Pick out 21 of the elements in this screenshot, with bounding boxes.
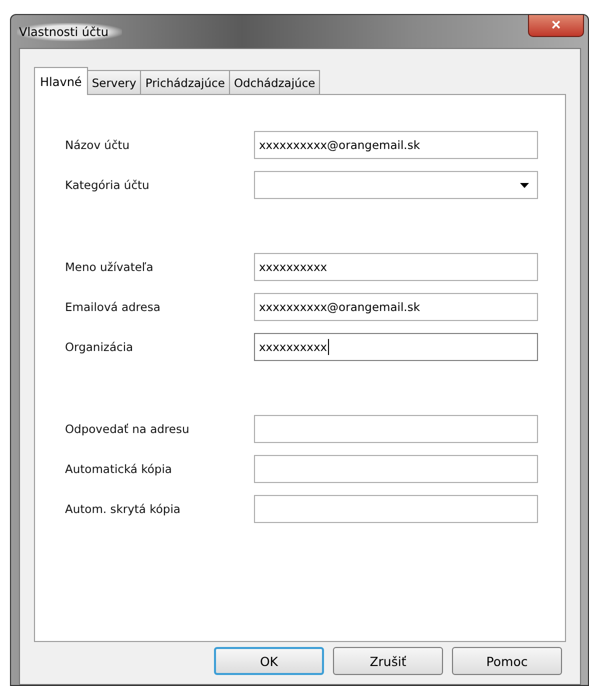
tab[interactable]: Servery bbox=[86, 70, 142, 94]
dialog-button[interactable]: Zrušiť bbox=[333, 647, 443, 675]
input-field[interactable]: xxxxxxxxxx bbox=[254, 253, 538, 281]
input-field[interactable]: xxxxxxxxxx@orangemail.sk bbox=[254, 131, 538, 159]
field-label: Odpovedať na adresu bbox=[65, 422, 190, 436]
field-label: Organizácia bbox=[65, 340, 134, 354]
window-title: Vlastnosti účtu bbox=[17, 23, 122, 41]
dialog-button[interactable]: Pomoc bbox=[452, 647, 562, 675]
input-field[interactable]: xxxxxxxxxx bbox=[254, 333, 538, 361]
field-label: Názov účtu bbox=[65, 138, 131, 152]
field-label: Autom. skrytá kópia bbox=[65, 502, 182, 516]
tab[interactable]: Odchádzajúce bbox=[228, 70, 320, 94]
field-label: Automatická kópia bbox=[65, 462, 173, 476]
close-button[interactable]: × bbox=[528, 15, 584, 37]
dialog-button[interactable]: OK bbox=[214, 647, 324, 675]
tab[interactable]: Hlavné bbox=[34, 67, 88, 95]
input-field[interactable]: xxxxxxxxxx@orangemail.sk bbox=[254, 293, 538, 321]
tab[interactable]: Prichádzajúce bbox=[140, 70, 230, 94]
field-label: Kategória účtu bbox=[65, 178, 150, 192]
field-label: Meno užívateľa bbox=[65, 260, 154, 274]
field-label: Emailová adresa bbox=[65, 300, 162, 314]
